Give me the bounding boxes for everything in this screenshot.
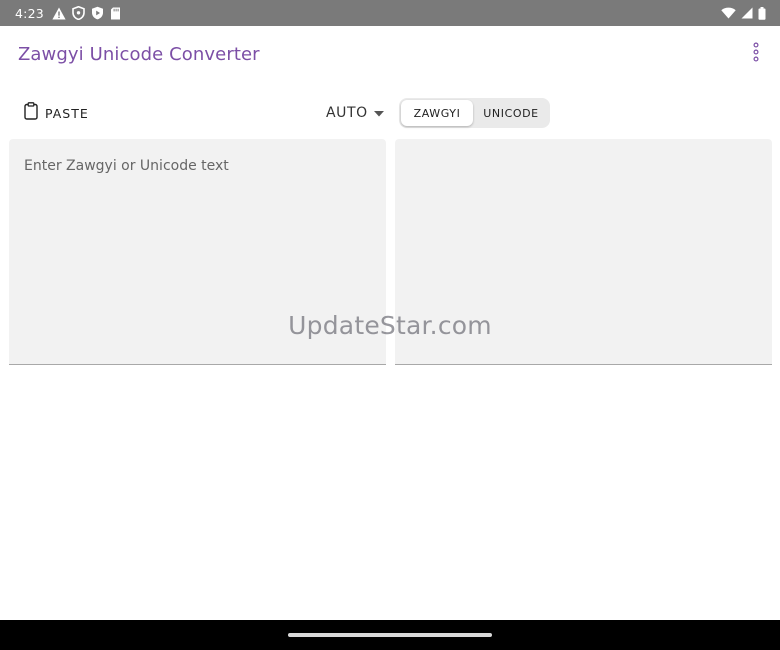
vpn-shield-icon [72, 6, 85, 20]
gesture-handle[interactable] [288, 633, 492, 637]
wifi-icon [721, 7, 736, 19]
warning-icon [52, 7, 66, 20]
unicode-toggle-button[interactable]: UNICODE [474, 100, 548, 126]
status-left: 4:23 [15, 6, 121, 21]
zawgyi-toggle-button[interactable]: ZAWGYI [401, 100, 473, 126]
paste-button[interactable]: PASTE [20, 98, 93, 128]
status-time: 4:23 [15, 5, 44, 21]
app-title: Zawgyi Unicode Converter [18, 43, 260, 65]
paste-label: PASTE [45, 105, 89, 121]
input-panel [9, 139, 386, 365]
sd-card-icon [110, 7, 121, 20]
mode-selected-value: AUTO [326, 105, 368, 121]
more-vert-icon [753, 42, 759, 67]
app-bar: Zawgyi Unicode Converter [0, 26, 780, 82]
status-bar: 4:23 [0, 0, 780, 26]
status-right [721, 6, 766, 20]
navigation-bar [0, 620, 780, 650]
arrow-drop-down-icon [373, 104, 384, 122]
toolbar: PASTE AUTO ZAWGYI UNICODE [0, 96, 780, 130]
encoding-toggle-group: ZAWGYI UNICODE [399, 98, 550, 128]
mode-dropdown[interactable]: AUTO [326, 98, 384, 128]
signal-icon [741, 7, 753, 19]
more-options-button[interactable] [744, 34, 768, 74]
output-panel[interactable] [395, 139, 772, 365]
input-text-field[interactable] [9, 139, 386, 364]
battery-icon [758, 6, 766, 20]
clipboard-icon [24, 101, 38, 125]
play-protect-icon [91, 6, 104, 20]
